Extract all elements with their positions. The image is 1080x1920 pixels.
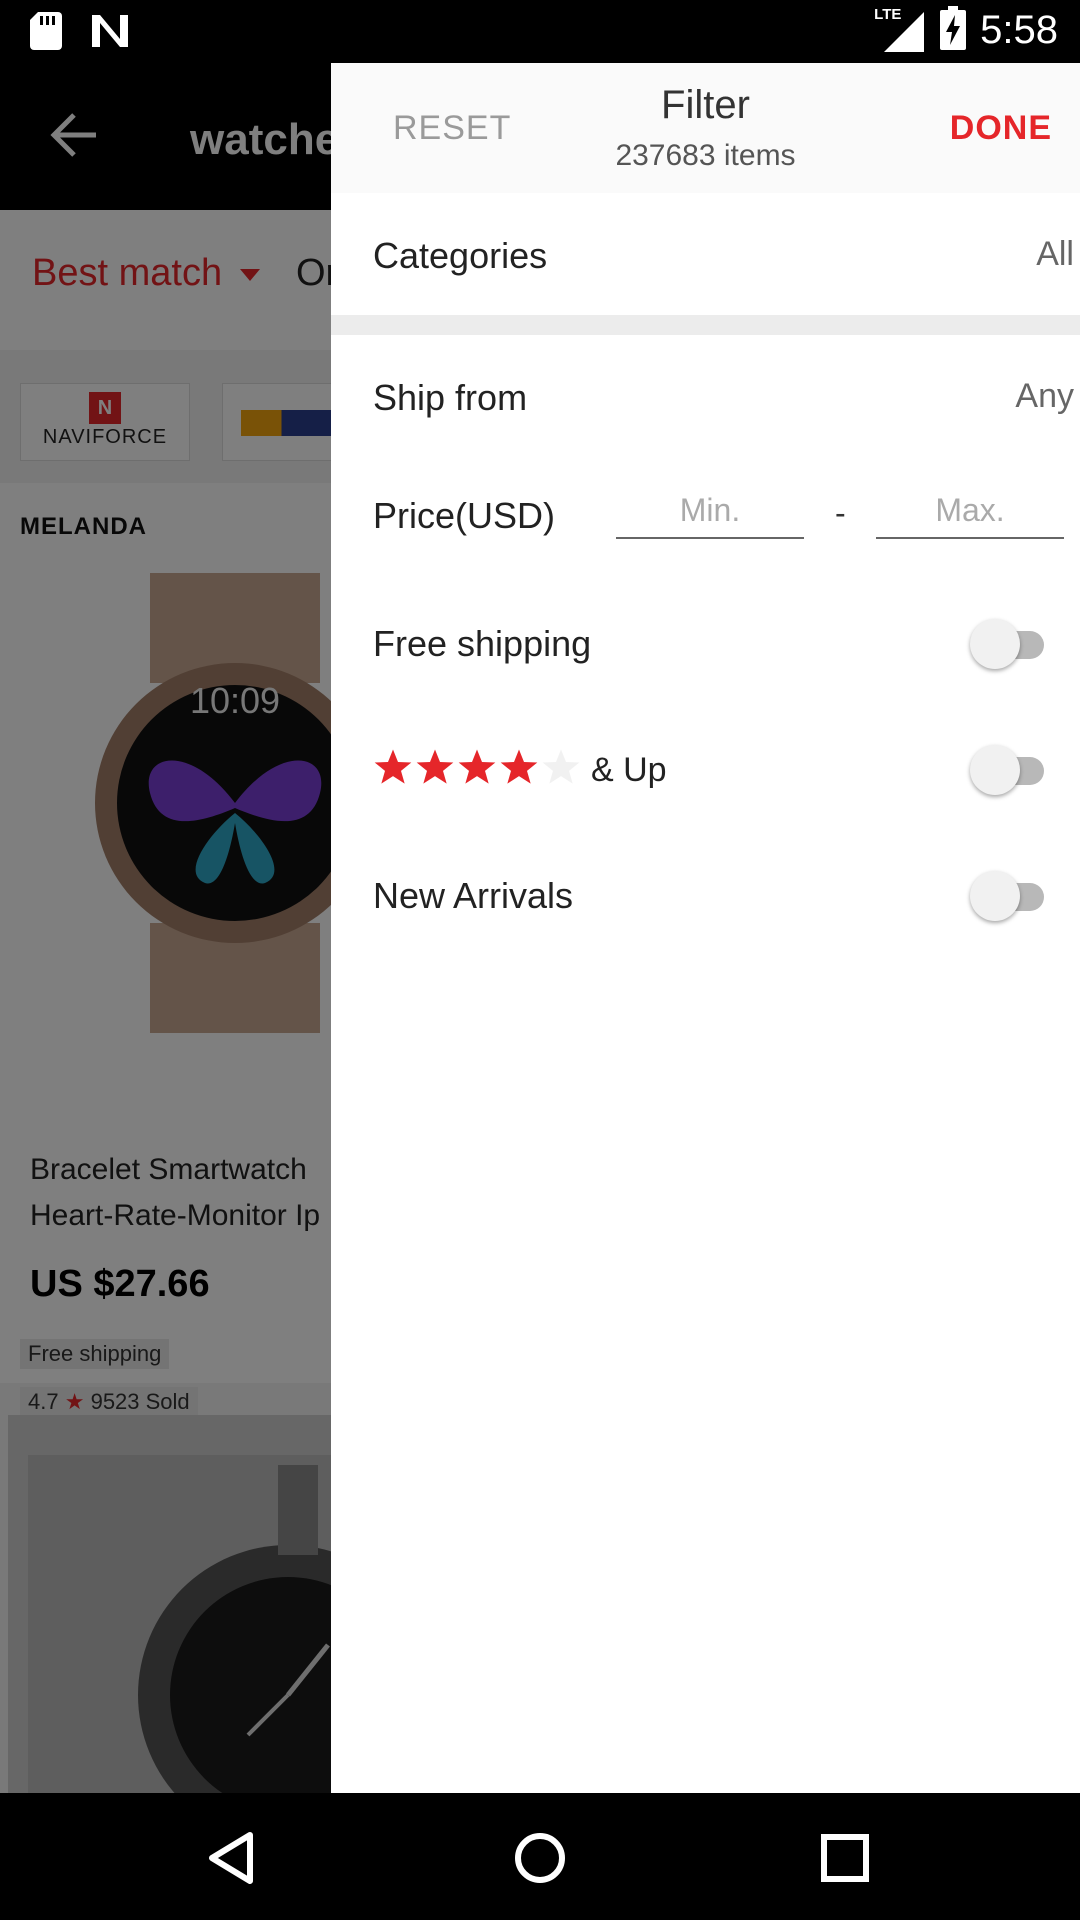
free-shipping-toggle[interactable]	[970, 619, 1050, 669]
status-bar: LTE 5:58	[0, 0, 1080, 63]
ship-from-label: Ship from	[373, 377, 528, 418]
free-shipping-label: Free shipping	[373, 623, 592, 664]
free-shipping-row: Free shipping	[331, 581, 1080, 707]
toggle-knob	[970, 745, 1020, 795]
categories-row[interactable]: Categories All	[331, 193, 1080, 315]
section-divider	[331, 315, 1080, 335]
categories-value: All	[1036, 235, 1074, 273]
star-icon	[416, 749, 454, 784]
price-row: Price(USD) -	[331, 455, 1080, 581]
rating-toggle[interactable]	[970, 745, 1050, 795]
categories-label: Categories	[373, 235, 548, 276]
price-max-input[interactable]	[876, 483, 1064, 539]
new-arrivals-label: New Arrivals	[373, 875, 574, 916]
rating-stars	[373, 747, 581, 787]
filter-drawer: RESET Filter 237683 items DONE Categorie…	[331, 63, 1080, 1793]
recents-square-icon[interactable]	[810, 1823, 880, 1893]
back-triangle-icon[interactable]	[200, 1823, 270, 1893]
sd-card-icon	[30, 12, 62, 50]
star-icon	[458, 749, 496, 784]
n-icon	[90, 13, 130, 49]
filter-header: RESET Filter 237683 items DONE	[331, 63, 1080, 193]
star-empty-icon	[542, 749, 580, 784]
toggle-knob	[970, 619, 1020, 669]
battery-charging-icon	[940, 6, 967, 55]
rating-and-up-label: & Up	[591, 751, 667, 789]
price-separator: -	[835, 495, 846, 531]
home-circle-icon[interactable]	[505, 1823, 575, 1893]
network-type-label: LTE	[874, 5, 902, 23]
ship-from-row[interactable]: Ship from Any	[331, 335, 1080, 455]
done-button[interactable]: DONE	[950, 109, 1052, 148]
rating-row: & Up	[331, 707, 1080, 833]
star-icon	[374, 749, 412, 784]
toggle-knob	[970, 871, 1020, 921]
new-arrivals-toggle[interactable]	[970, 871, 1050, 921]
new-arrivals-row: New Arrivals	[331, 833, 1080, 959]
price-min-input[interactable]	[616, 483, 804, 539]
price-label: Price(USD)	[373, 495, 556, 536]
system-nav-bar	[0, 1793, 1080, 1920]
clock: 5:58	[980, 8, 1058, 52]
lte-signal-icon: LTE	[874, 6, 926, 54]
star-icon	[500, 749, 538, 784]
ship-from-value: Any	[1015, 377, 1074, 415]
